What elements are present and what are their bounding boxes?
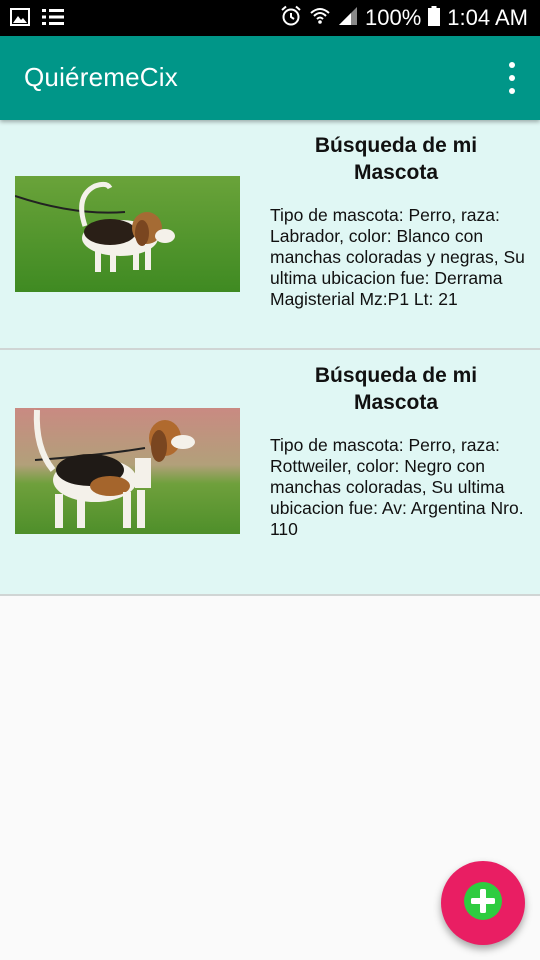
card-title: Búsqueda de mi Mascota: [314, 364, 478, 414]
dog-photo: [15, 408, 240, 534]
battery-icon: [428, 5, 441, 31]
dog-photo: [15, 176, 240, 292]
gallery-icon: [10, 8, 30, 31]
alarm-icon: [280, 5, 302, 32]
screen: 100% 1:04 AM QuiéremeCix Búsqueda de mi …: [0, 0, 540, 960]
more-vert-icon[interactable]: [502, 62, 522, 94]
list-icon: [42, 8, 64, 31]
clock: 1:04 AM: [447, 5, 528, 30]
app-title: QuiéremeCix: [24, 62, 178, 92]
add-report-button[interactable]: [441, 861, 525, 945]
list-item[interactable]: Búsqueda de mi Mascota Tipo de mascota: …: [0, 120, 540, 350]
list-item[interactable]: Búsqueda de mi Mascota Tipo de mascota: …: [0, 350, 540, 596]
app-bar: QuiéremeCix: [0, 36, 540, 120]
wifi-icon: [309, 5, 331, 32]
card-title: Búsqueda de mi Mascota: [314, 134, 478, 184]
signal-icon: [338, 6, 358, 31]
battery-level: 100%: [365, 5, 422, 30]
add-circle-icon: [463, 881, 503, 926]
status-bar: 100% 1:04 AM: [0, 0, 540, 36]
card-description: Tipo de mascota: Perro, raza: Labrador, …: [270, 205, 525, 309]
pet-list: Búsqueda de mi Mascota Tipo de mascota: …: [0, 120, 540, 596]
card-description: Tipo de mascota: Perro, raza: Rottweiler…: [270, 435, 524, 539]
